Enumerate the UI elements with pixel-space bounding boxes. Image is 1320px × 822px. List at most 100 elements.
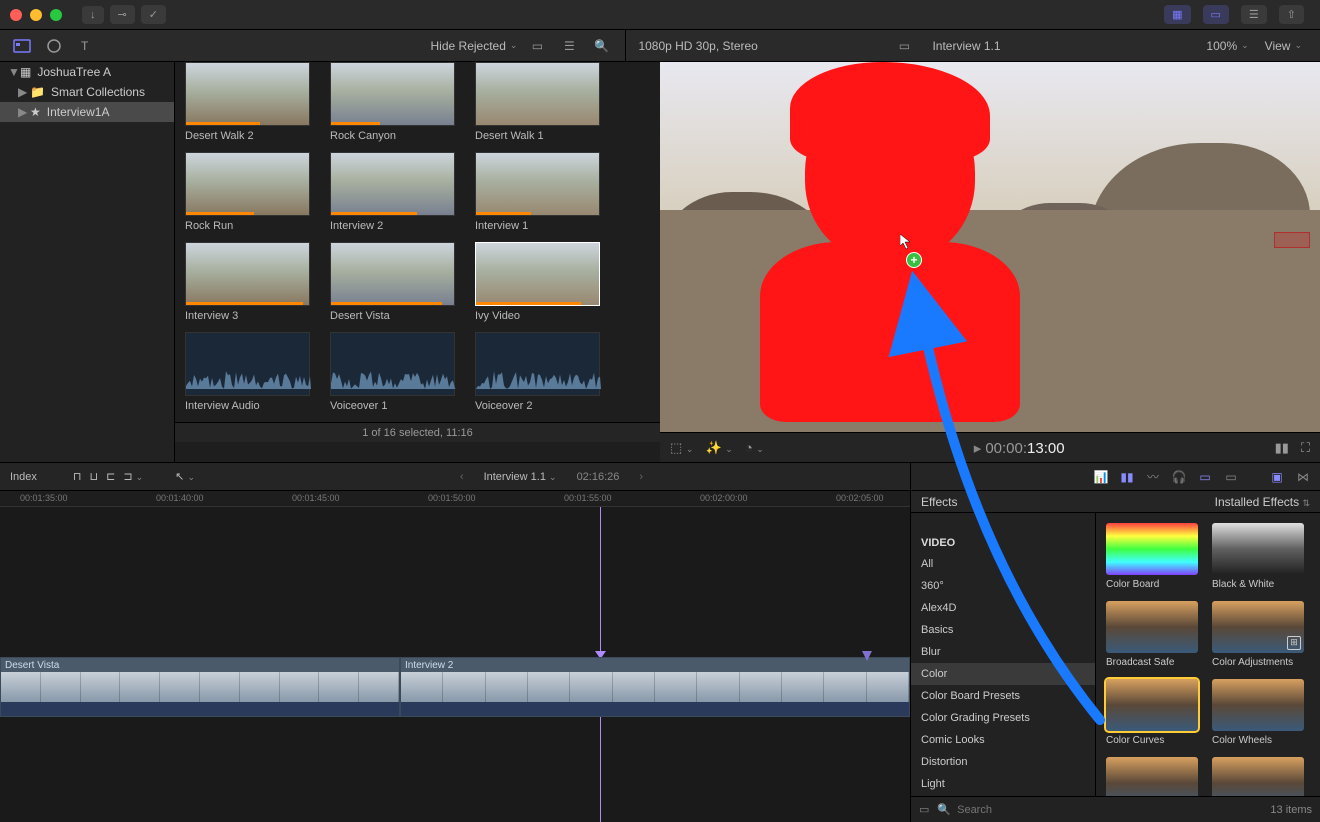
sidebar-item-event[interactable]: ▶ ★ Interview1A [0,102,174,122]
transitions-icon[interactable]: ▭ [1196,470,1214,484]
ruler-tick: 00:01:40:00 [156,493,204,503]
generators-icon[interactable]: ▭ [1222,470,1240,484]
disclosure-triangle-icon[interactable]: ▶ [18,85,24,99]
zoom-dropdown[interactable]: 100%⌄ [1206,39,1248,53]
sidebar-item-smart-collections[interactable]: ▶ 📁 Smart Collections [0,82,174,102]
effects-grid: Color BoardBlack & White Broadcast Safe ⊞C… [1096,513,1320,796]
history-forward-icon[interactable]: › [639,471,643,483]
drag-cursor: + [900,234,922,268]
timeline-toggle[interactable]: ▭ [1203,5,1229,24]
view-dropdown[interactable]: View⌄ [1265,39,1302,53]
thumbnail-size-icon[interactable]: ▭ [919,803,929,816]
photos-icon[interactable] [42,34,66,58]
effect-item[interactable] [1106,757,1198,796]
titles-icon[interactable]: T [74,34,98,58]
connect-clip-icon[interactable]: ⊓ [73,470,82,483]
effects-category-item[interactable]: Alex4D [911,597,1095,619]
effects-category-item[interactable]: Comic Looks [911,729,1095,751]
clip-label: Rock Canyon [330,130,455,142]
effects-search[interactable]: 🔍 [937,803,1262,816]
list-view-icon[interactable]: ☰ [557,34,581,58]
effects-browser-icon[interactable]: ▣ [1268,470,1286,484]
close-button[interactable] [10,9,22,21]
minimize-button[interactable] [30,9,42,21]
timeline-body[interactable]: Desert VistaInterview 2 [0,507,910,822]
effect-item[interactable]: Broadcast Safe [1106,601,1198,669]
library-icon[interactable] [10,34,34,58]
effects-category-item[interactable]: 360° [911,575,1095,597]
search-input[interactable] [957,804,1262,816]
effects-category-item[interactable]: Distortion [911,751,1095,773]
clip-item[interactable]: Rock Canyon [330,62,455,142]
clip-label: Interview Audio [185,400,310,412]
plus-icon: + [906,252,922,268]
viewer-title: Interview 1.1 [932,39,1000,53]
effects-category-item[interactable]: All [911,553,1095,575]
effects-scope-dropdown[interactable]: Installed Effects ⇅ [1215,495,1310,509]
history-back-icon[interactable]: ‹ [460,471,464,483]
effects-category-item[interactable]: Color Grading Presets [911,707,1095,729]
video-inspector-icon[interactable]: 📊 [1092,470,1110,484]
browser-toggle[interactable]: ▦ [1164,5,1190,24]
clip-item[interactable]: Interview 2 [330,152,455,232]
viewer-canvas[interactable]: + [660,62,1320,432]
effect-item[interactable]: Color Curves [1106,679,1198,747]
clip-item[interactable]: Interview 3 [185,242,310,322]
viewer-toolbar: ⬚ ⌄ ✨ ⌄ ◔ ⌄ ▸00:00:13:00 ▮▮ ⛶ [660,432,1320,462]
effect-item[interactable]: Color Board [1106,523,1198,591]
effects-category-item[interactable]: Basics [911,619,1095,641]
effect-item[interactable]: ⊞Color Adjustments [1212,601,1304,669]
timeline-project-dropdown[interactable]: Interview 1.1 ⌄ [484,471,557,483]
angle-icon[interactable]: ▭ [892,34,916,58]
transitions-browser-icon[interactable]: ⋈ [1294,470,1312,484]
enhance-icon[interactable]: ✨ ⌄ [705,440,732,456]
clip-item[interactable]: Desert Walk 1 [475,62,600,142]
effects-category-item[interactable]: Color Board Presets [911,685,1095,707]
retime-icon[interactable]: ◔ ⌄ [745,440,764,455]
insert-clip-icon[interactable]: ⊔ [90,470,99,483]
color-sample-indicator [1274,232,1310,248]
effects-category-item[interactable]: Blur [911,641,1095,663]
overwrite-clip-icon[interactable]: ⊐ ⌄ [123,470,143,483]
search-icon[interactable]: 🔍 [589,34,613,58]
maximize-button[interactable] [50,9,62,21]
index-button[interactable]: Index [10,471,37,483]
play-icon[interactable]: ▸ [974,440,982,457]
audio-inspector-icon[interactable]: 〰 [1144,470,1162,484]
clip-item[interactable]: Interview Audio [185,332,310,412]
effect-item[interactable]: Color Wheels [1212,679,1304,747]
disclosure-triangle-icon[interactable]: ▼ [8,65,14,79]
select-tool-icon[interactable]: ↖ ⌄ [175,470,195,483]
background-tasks-button[interactable]: ✓ [141,5,166,24]
timeline-clip[interactable]: Interview 2 [400,657,910,717]
clip-item[interactable]: Rock Run [185,152,310,232]
timeline-ruler[interactable]: 00:01:35:0000:01:40:0000:01:45:0000:01:5… [0,491,910,507]
clip-item[interactable]: Voiceover 1 [330,332,455,412]
clip-item[interactable]: Desert Walk 2 [185,62,310,142]
effects-category-item[interactable]: Color [911,663,1095,685]
audio-meter-icon[interactable]: ▮▮ [1275,440,1289,456]
import-button[interactable]: ↓ [82,6,104,24]
clip-item[interactable]: Interview 1 [475,152,600,232]
clip-item[interactable]: Ivy Video [475,242,600,322]
effect-item[interactable] [1212,757,1304,796]
effects-category-item[interactable]: Light [911,773,1095,795]
share-button[interactable]: ⇧ [1279,5,1304,24]
timeline-clip[interactable]: Desert Vista [0,657,400,717]
transform-icon[interactable]: ⬚ ⌄ [670,440,693,456]
clip-appearance-icon[interactable]: ▭ [525,34,549,58]
clip-browser: Desert Walk 2 Rock Canyon Desert Walk 1 Roc… [175,62,660,462]
effect-label: Broadcast Safe [1106,657,1198,669]
fullscreen-icon[interactable]: ⛶ [1301,440,1310,456]
inspector-toggle[interactable]: ☰ [1241,5,1267,24]
keyword-button[interactable]: ⊸ [110,5,135,24]
info-inspector-icon[interactable]: 🎧 [1170,470,1188,484]
sidebar-item-library[interactable]: ▼ ▦ JoshuaTree A [0,62,174,82]
color-inspector-icon[interactable]: ▮▮ [1118,470,1136,484]
disclosure-triangle-icon[interactable]: ▶ [18,105,24,119]
append-clip-icon[interactable]: ⊏ [106,470,115,483]
clip-item[interactable]: Voiceover 2 [475,332,600,412]
effect-item[interactable]: Black & White [1212,523,1304,591]
clip-item[interactable]: Desert Vista [330,242,455,322]
filter-dropdown[interactable]: Hide Rejected⌄ [431,39,518,53]
